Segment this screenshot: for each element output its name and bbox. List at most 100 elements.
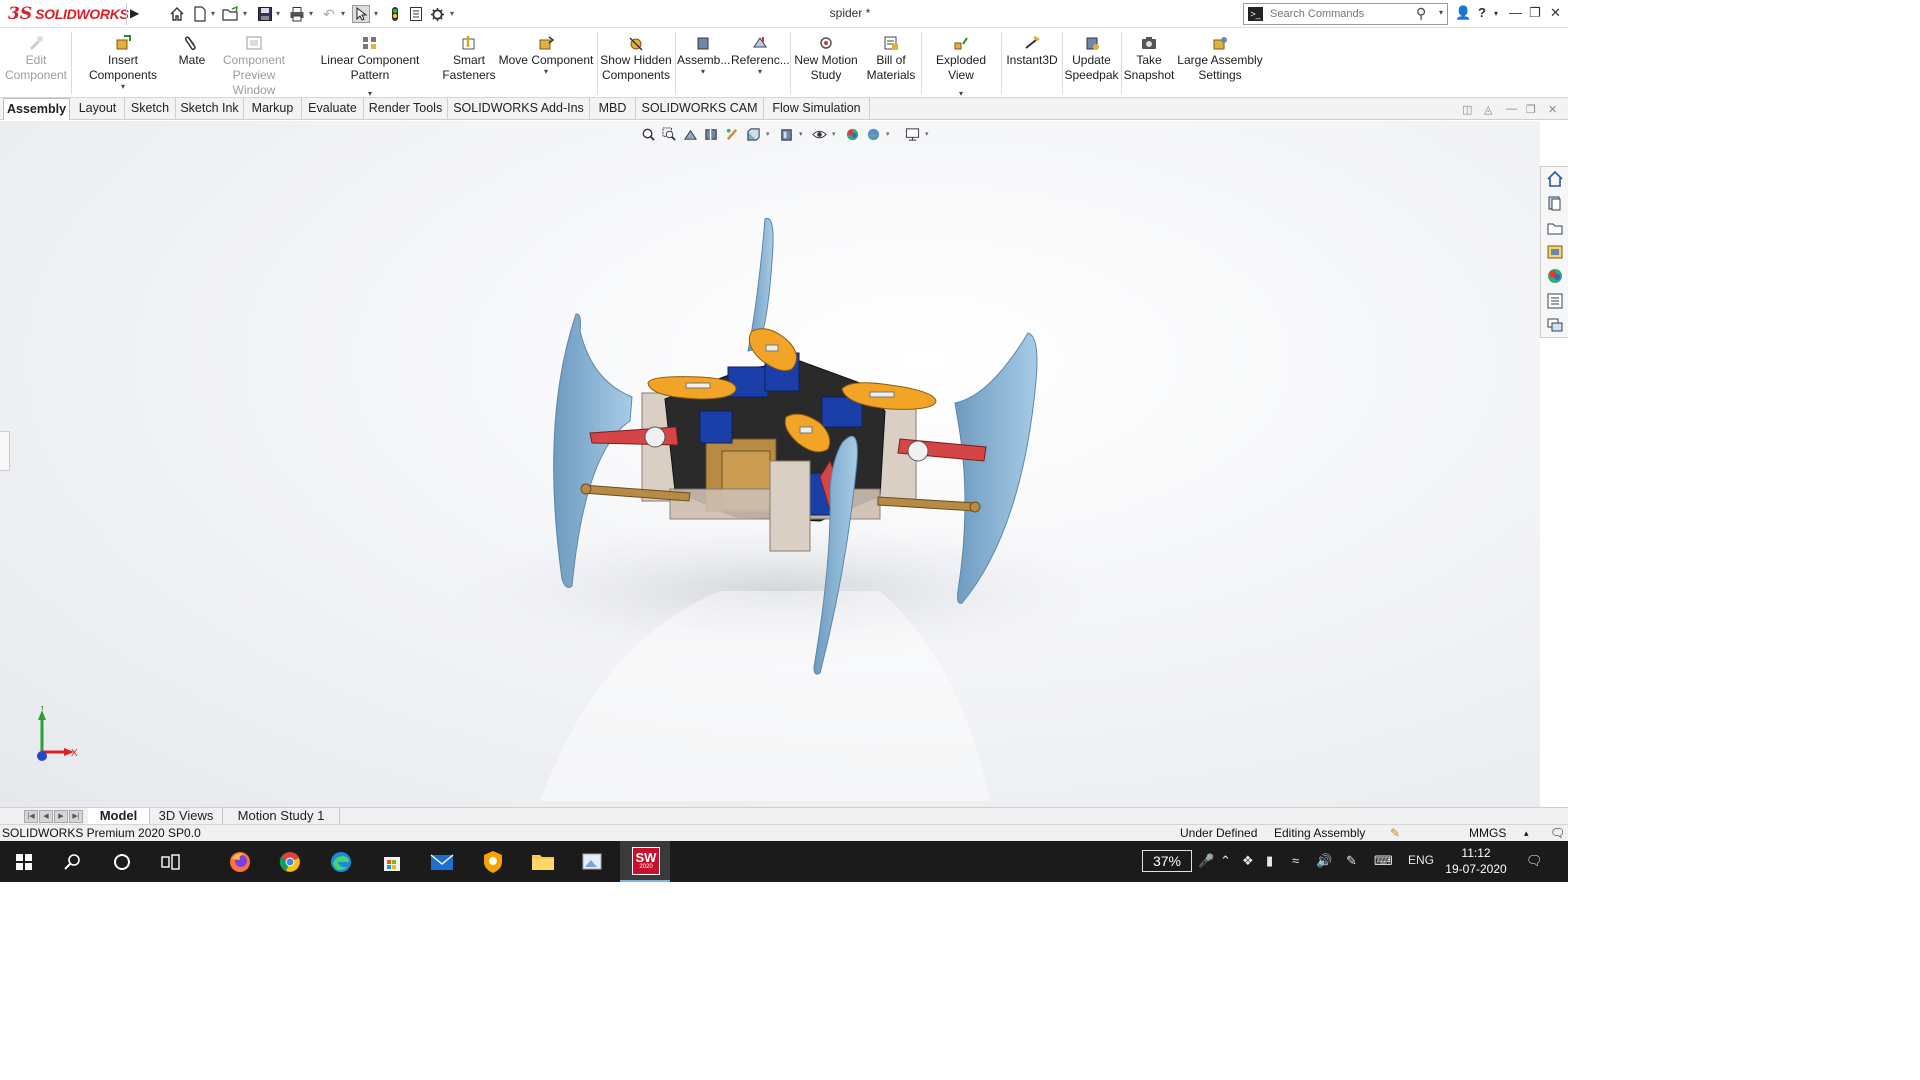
tab-sketch-ink[interactable]: Sketch Ink [176, 98, 244, 120]
take-snapshot-button[interactable]: Take Snapshot [1123, 32, 1175, 94]
input-language[interactable]: ENG [1408, 853, 1434, 867]
pen-icon[interactable]: ✎ [1346, 853, 1357, 869]
chevron-down-icon[interactable]: ▾ [374, 9, 378, 18]
touch-keyboard-icon[interactable]: ⌨ [1374, 853, 1393, 869]
save-icon[interactable] [256, 5, 274, 23]
chevron-down-icon[interactable]: ▾ [922, 90, 1000, 98]
update-speedpak-button[interactable]: Update Speedpak [1064, 32, 1119, 94]
minimize-icon[interactable]: — [1509, 5, 1522, 20]
edge-icon[interactable] [328, 849, 354, 875]
photo-app-icon[interactable] [580, 849, 606, 875]
graphics-area[interactable]: ▾ ▾ ▾ ▾ ▾ Y X [0, 121, 1540, 807]
tab-model[interactable]: Model [88, 808, 150, 825]
appearances-scenes-icon[interactable] [1546, 267, 1564, 285]
system-clock[interactable]: 11:12 19-07-2020 [1440, 845, 1512, 877]
cortana-icon[interactable] [109, 849, 135, 875]
volume-icon[interactable]: 🔊 [1316, 853, 1332, 869]
next-tab-icon[interactable]: ▶ [54, 810, 68, 823]
chevron-down-icon[interactable]: ▾ [73, 83, 173, 91]
spider-robot-model[interactable] [0, 121, 1540, 807]
rebuild-status-icon[interactable]: ✎ [1390, 825, 1400, 841]
open-folder-icon[interactable] [222, 5, 240, 23]
insert-components-button[interactable]: Insert Components ▾ [73, 32, 173, 94]
bill-of-materials-button[interactable]: Bill of Materials [862, 32, 920, 94]
assembly-features-button[interactable]: Assemb... ▾ [677, 32, 730, 94]
chrome-icon[interactable] [277, 849, 303, 875]
linear-pattern-button[interactable]: Linear Component Pattern ▾ [300, 32, 440, 98]
viewport-minimize-icon[interactable]: — [1506, 103, 1517, 115]
chevron-down-icon[interactable]: ▾ [300, 90, 440, 98]
gear-icon[interactable] [428, 5, 446, 23]
tab-motion-study-1[interactable]: Motion Study 1 [223, 808, 340, 825]
search-input[interactable] [1268, 6, 1418, 22]
chevron-down-icon[interactable]: ▾ [1494, 9, 1498, 18]
move-component-button[interactable]: Move Component ▾ [498, 32, 594, 94]
tab-sketch[interactable]: Sketch [125, 98, 176, 120]
design-library-icon[interactable] [1546, 194, 1564, 212]
tab-assembly[interactable]: Assembly [3, 98, 70, 120]
show-hidden-components-button[interactable]: Show Hidden Components [599, 32, 673, 94]
taskbar-search-icon[interactable] [60, 849, 86, 875]
chevron-down-icon[interactable]: ▾ [1439, 8, 1443, 17]
windows-start-icon[interactable] [11, 849, 37, 875]
previous-tab-icon[interactable]: ◀ [39, 810, 53, 823]
chevron-down-icon[interactable]: ▾ [498, 68, 594, 76]
exploded-view-button[interactable]: Exploded View ▾ [922, 32, 1000, 98]
file-explorer-icon[interactable] [1546, 219, 1564, 237]
tooltip-toggle-icon[interactable]: 🗨 [1550, 825, 1565, 841]
edit-component-button[interactable]: Edit Component [2, 32, 70, 94]
show-hidden-icons-chevron[interactable]: ⌃ [1220, 853, 1231, 869]
file-properties-icon[interactable] [407, 5, 425, 23]
instant3d-button[interactable]: Instant3D [1003, 32, 1061, 94]
tab-layout[interactable]: Layout [71, 98, 125, 120]
dropbox-icon[interactable]: ❖ [1242, 853, 1254, 869]
solidworks-taskbar-icon[interactable]: SW 2020 [632, 847, 660, 875]
print-icon[interactable] [288, 5, 306, 23]
brave-vpn-icon[interactable] [480, 849, 506, 875]
chevron-down-icon[interactable]: ▾ [276, 9, 280, 18]
chevron-down-icon[interactable]: ▾ [243, 9, 247, 18]
tab-3d-views[interactable]: 3D Views [150, 808, 223, 825]
tile-left-icon[interactable]: ◫ [1462, 103, 1472, 116]
firefox-icon[interactable] [227, 849, 253, 875]
first-tab-icon[interactable]: |◀ [24, 810, 38, 823]
new-motion-study-button[interactable]: New Motion Study [792, 32, 860, 94]
close-icon[interactable]: ✕ [1550, 5, 1561, 21]
chevron-down-icon[interactable]: ▾ [211, 9, 215, 18]
forum-icon[interactable] [1546, 316, 1564, 334]
microphone-icon[interactable]: 🎤 [1198, 853, 1214, 869]
tab-markup[interactable]: Markup [244, 98, 302, 120]
component-preview-button[interactable]: Component Preview Window [211, 32, 297, 97]
battery-indicator[interactable]: 37% [1142, 850, 1192, 872]
user-account-icon[interactable]: 👤 [1455, 5, 1471, 21]
battery-tray-icon[interactable]: ▮ [1266, 853, 1273, 869]
rebuild-icon[interactable] [386, 5, 404, 23]
last-tab-icon[interactable]: ▶| [69, 810, 83, 823]
restore-icon[interactable]: ❐ [1529, 5, 1541, 21]
viewport-restore-icon[interactable]: ❐ [1526, 103, 1536, 116]
viewport-close-icon[interactable]: ✕ [1548, 103, 1557, 116]
view-palette-icon[interactable] [1546, 243, 1564, 261]
chevron-down-icon[interactable]: ▾ [309, 9, 313, 18]
tab-flow-simulation[interactable]: Flow Simulation [764, 98, 870, 120]
tab-solidworks-cam[interactable]: SOLIDWORKS CAM [636, 98, 764, 120]
new-document-icon[interactable] [191, 5, 209, 23]
select-arrow-icon[interactable] [352, 5, 370, 23]
help-icon[interactable]: ? [1478, 5, 1486, 20]
chevron-down-icon[interactable]: ▾ [677, 68, 729, 76]
custom-properties-icon[interactable] [1546, 292, 1564, 310]
tab-solidworks-add-ins[interactable]: SOLIDWORKS Add-Ins [448, 98, 590, 120]
menu-expand-icon[interactable]: ▶ [130, 6, 139, 20]
large-assembly-settings-button[interactable]: Large Assembly Settings [1177, 32, 1263, 94]
chevron-down-icon[interactable]: ▾ [341, 9, 345, 18]
wifi-icon[interactable]: ≈ [1292, 853, 1299, 868]
tile-right-icon[interactable]: ◬ [1484, 103, 1492, 116]
search-icon[interactable]: ⚲ [1416, 5, 1426, 22]
search-commands-box[interactable]: >_ ⚲ ▾ [1243, 3, 1448, 25]
microsoft-store-icon[interactable] [379, 849, 405, 875]
tab-evaluate[interactable]: Evaluate [302, 98, 364, 120]
solidworks-resources-icon[interactable] [1546, 170, 1564, 188]
reference-geometry-button[interactable]: Referenc... ▾ [731, 32, 790, 94]
notification-center-icon[interactable]: 🗨 [1526, 853, 1543, 869]
unit-system-dropdown-icon[interactable]: ▴ [1524, 825, 1529, 841]
